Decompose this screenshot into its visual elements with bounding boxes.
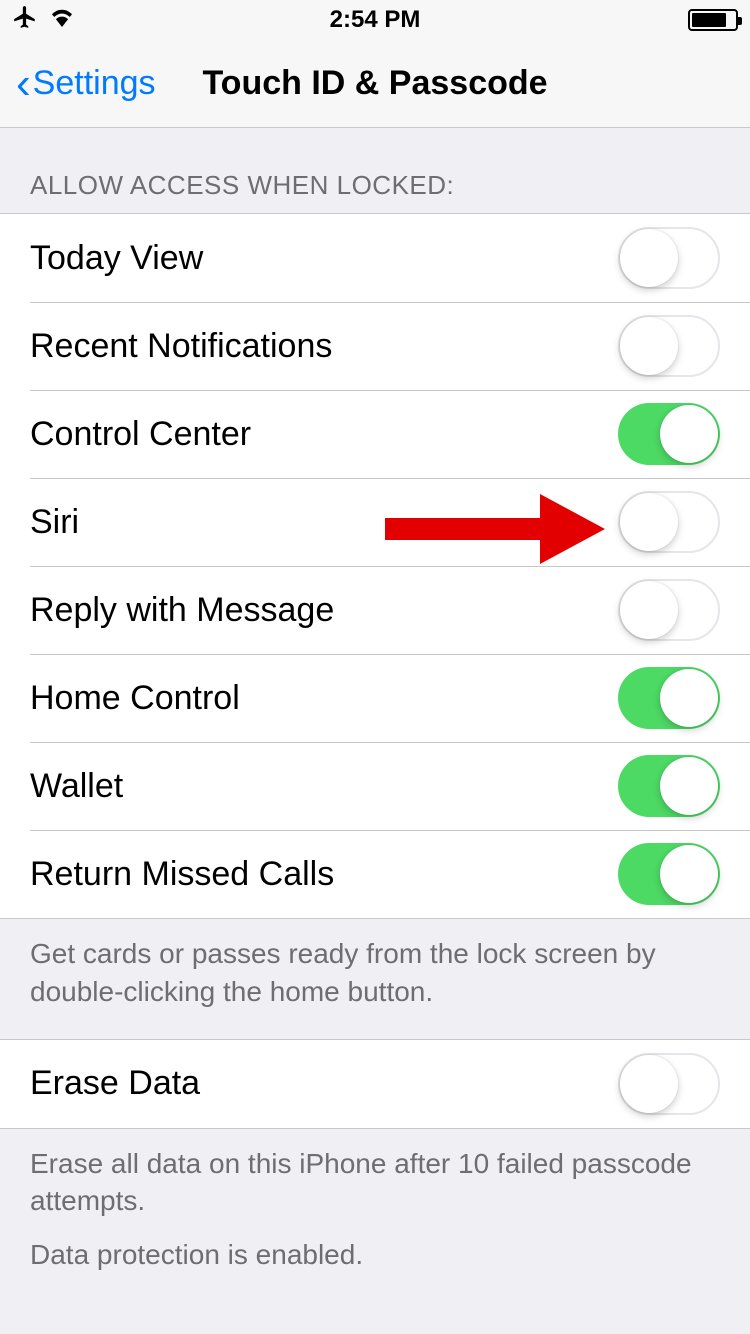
toggle-wallet[interactable] [618,755,720,817]
navigation-bar: ‹ Settings Touch ID & Passcode [0,40,750,128]
erase-data-list: Erase Data [0,1039,750,1129]
toggle-reply-with-message[interactable] [618,579,720,641]
row-label: Today View [30,239,203,278]
allow-access-list: Today View Recent Notifications Control … [0,213,750,919]
section-header-allow-access: ALLOW ACCESS WHEN LOCKED: [0,128,750,213]
toggle-siri[interactable] [618,491,720,553]
status-left [12,4,76,37]
section-footer-data-protection: Data protection is enabled. [0,1236,750,1302]
section-footer-erase: Erase all data on this iPhone after 10 f… [0,1129,750,1237]
row-label: Reply with Message [30,591,334,630]
toggle-today-view[interactable] [618,227,720,289]
toggle-erase-data[interactable] [618,1053,720,1115]
back-button[interactable]: ‹ Settings [16,62,156,106]
wifi-icon [48,6,76,34]
battery-icon [688,9,738,31]
row-recent-notifications: Recent Notifications [0,302,750,390]
status-bar: 2:54 PM [0,0,750,40]
row-today-view: Today View [0,214,750,302]
row-label: Siri [30,503,79,542]
toggle-control-center[interactable] [618,403,720,465]
toggle-recent-notifications[interactable] [618,315,720,377]
row-erase-data: Erase Data [0,1040,750,1128]
airplane-mode-icon [12,4,38,37]
back-label: Settings [33,64,156,103]
section-footer-cards: Get cards or passes ready from the lock … [0,919,750,1039]
row-label: Erase Data [30,1064,200,1103]
row-wallet: Wallet [0,742,750,830]
row-label: Control Center [30,415,251,454]
page-title: Touch ID & Passcode [202,64,547,103]
row-label: Wallet [30,767,123,806]
toggle-home-control[interactable] [618,667,720,729]
row-home-control: Home Control [0,654,750,742]
status-time: 2:54 PM [330,6,421,34]
row-label: Home Control [30,679,240,718]
chevron-left-icon: ‹ [16,62,31,106]
row-label: Recent Notifications [30,327,332,366]
status-right [688,9,738,31]
toggle-return-missed-calls[interactable] [618,843,720,905]
row-control-center: Control Center [0,390,750,478]
row-siri: Siri [0,478,750,566]
row-label: Return Missed Calls [30,855,334,894]
row-reply-with-message: Reply with Message [0,566,750,654]
row-return-missed-calls: Return Missed Calls [0,830,750,918]
